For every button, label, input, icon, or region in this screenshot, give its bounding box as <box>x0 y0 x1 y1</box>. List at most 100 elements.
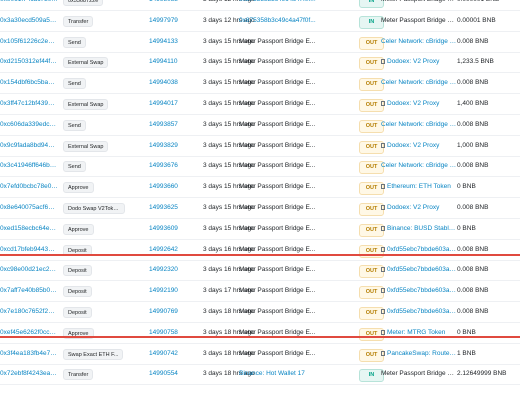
to-address[interactable]: Celer Network: cBridge 2... <box>381 156 457 176</box>
block-link[interactable]: 14997979 <box>149 11 193 31</box>
method-badge: External Swap <box>63 99 109 110</box>
to-address: Meter Passport Bridge E... <box>381 11 457 31</box>
table-row: 0x3a30ecd509a50a6b...Transfer149979793 d… <box>0 11 520 32</box>
txn-hash-link[interactable]: 0x7aff7e40b85b0a6... <box>0 281 58 301</box>
from-address: Meter Passport Bridge E... <box>239 204 316 211</box>
block-link[interactable]: 14990742 <box>149 344 193 364</box>
block-link[interactable]: 14994110 <box>149 52 193 72</box>
table-row: 0xc606da339edc605...Send149938573 days 1… <box>0 115 520 136</box>
txn-hash-link[interactable]: 0x9c9fada8bd943a71... <box>0 136 58 156</box>
to-address-label: Ethereum: ETH Token <box>387 183 451 191</box>
to-address-label: 0xfd55ebc7bbde603a04... <box>387 287 457 295</box>
from-address: Meter Passport Bridge E... <box>239 141 316 149</box>
method-badge: 0x5368722e <box>63 0 104 6</box>
block-link[interactable]: 14992190 <box>149 281 193 301</box>
txn-hash-link[interactable]: 0xc98e00d21ec2025... <box>0 260 58 280</box>
contract-document-icon <box>381 59 385 65</box>
from-address[interactable]: Binance: Hot Wallet 17 <box>239 364 341 384</box>
table-row: 0x9c9fada8bd943a71... External Swap 149938… <box>0 136 520 157</box>
to-address[interactable]: Meter: MTRG Token <box>381 323 457 343</box>
to-address-label: Meter Passport Bridge E... <box>381 0 457 3</box>
method-badge: External Swap <box>63 140 109 152</box>
txn-hash-link[interactable]: 0xed158ecbc64e5be... <box>0 219 58 239</box>
from-address: Meter Passport Bridge E... <box>239 79 316 87</box>
method-badge: Approve <box>63 182 94 194</box>
value-text: 1 BNB <box>457 349 476 357</box>
txn-hash-link[interactable]: 0x3a30ecd509a50a6b... <box>0 11 58 31</box>
txn-hash-link[interactable]: 0x3f4ea183fb4e7e85... <box>0 344 58 364</box>
to-address[interactable]: Celer Network: cBridge 2... <box>381 115 457 135</box>
block-link[interactable]: 14993676 <box>149 156 193 176</box>
txn-hash-link[interactable]: 0xc606da339edc605... <box>0 115 58 135</box>
table-row: 0x72ebf8f4243ea549...Transfer149905543 d… <box>0 364 520 386</box>
block-link[interactable]: 14993609 <box>149 219 193 239</box>
to-address-label: Celer Network: cBridge 2... <box>381 162 457 170</box>
block-link[interactable]: 14994133 <box>149 32 193 52</box>
to-address-label: Celer Network: cBridge 2... <box>381 120 457 128</box>
highlight-bottom-border <box>0 336 520 338</box>
from-address: Meter Passport Bridge E... <box>239 58 316 66</box>
to-address-label: Meter Passport Bridge E... <box>381 16 457 24</box>
block-link[interactable]: 14993857 <box>149 115 193 135</box>
block-link[interactable]: 14998088 <box>149 0 193 10</box>
to-address[interactable]: Dodoex: V2 Proxy <box>381 94 457 114</box>
from-address[interactable]: 0x875358b3c49c4a47f0f... <box>239 11 341 31</box>
to-address[interactable]: Dodoex: V2 Proxy <box>381 198 457 218</box>
contract-document-icon <box>381 288 385 294</box>
method-badge: Approve <box>63 223 94 235</box>
value-text: 0.008 BNB <box>457 266 489 274</box>
txn-hash-link[interactable]: 0xef45e6262f0cc9b0... <box>0 323 58 343</box>
to-address-label: Dodoex: V2 Proxy <box>387 58 440 66</box>
txn-hash-link[interactable]: 0x7e180c7652f2db2... <box>0 302 58 322</box>
txn-hash-link[interactable]: 0x72ebf8f4243ea549... <box>0 364 58 384</box>
method-badge: Transfer <box>63 15 94 27</box>
block-link[interactable]: 14993829 <box>149 136 193 156</box>
to-address-label: Dodoex: V2 Proxy <box>387 141 440 149</box>
block-link[interactable]: 14992320 <box>149 260 193 280</box>
to-address[interactable]: Ethereum: ETH Token <box>381 177 457 197</box>
to-address[interactable]: Celer Network: cBridge 2... <box>381 32 457 52</box>
block-link[interactable]: 14990554 <box>149 364 193 384</box>
to-address[interactable]: 0xfd55ebc7bbde603a04... <box>381 281 457 301</box>
block-link[interactable]: 14992642 <box>149 240 193 260</box>
to-address[interactable]: 0xfd55ebc7bbde603a04... <box>381 240 457 260</box>
from-address: Meter Passport Bridge E... <box>239 266 316 274</box>
from-address: Meter Passport Bridge E... <box>239 349 316 357</box>
method-badge: Send <box>63 36 86 48</box>
value-text: 0 BNB <box>457 328 476 336</box>
to-address[interactable]: Dodoex: V2 Proxy <box>381 136 457 156</box>
to-address[interactable]: PancakeSwap: Router v2 <box>381 344 457 364</box>
txn-hash-link[interactable]: 0xd2150312ef44f6c... <box>0 52 58 72</box>
block-link[interactable]: 14994017 <box>149 94 193 114</box>
block-link[interactable]: 14994038 <box>149 73 193 93</box>
to-address[interactable]: Dodoex: V2 Proxy <box>381 52 457 72</box>
from-address: Meter Passport Bridge E... <box>239 120 316 128</box>
block-link[interactable]: 14993625 <box>149 198 193 218</box>
contract-document-icon <box>381 267 385 273</box>
from-address[interactable]: 0x875358b3c49c4a47f0f... <box>239 0 341 10</box>
table-row: 0xef45e6262f0cc9b0...Approve149907583 da… <box>0 323 520 344</box>
to-address: Meter Passport Bridge E... <box>381 364 457 384</box>
txn-hash-link[interactable]: 0xe061f74cdc73003... <box>0 0 58 10</box>
table-row: 0xd2150312ef44f6c... External Swap 1499411… <box>0 52 520 74</box>
txn-hash-link[interactable]: 0xcd17bfeb9443906... <box>0 240 58 260</box>
txn-hash-link[interactable]: 0x3ff47c12bf439a0d... <box>0 94 58 114</box>
table-row: 0xc98e00d21ec2025...Deposit149923203 day… <box>0 260 520 282</box>
table-row: 0xcd17bfeb9443906... Deposit 14992642 3 day… <box>0 240 520 261</box>
txn-hash-link[interactable]: 0x8e640075acf674b... <box>0 198 58 218</box>
txn-hash-link[interactable]: 0x154dbf6bc5ba668... <box>0 73 58 93</box>
txn-hash-link[interactable]: 0x105f61226c2ee89... <box>0 32 58 52</box>
block-link[interactable]: 14990758 <box>149 323 193 343</box>
to-address[interactable]: Celer Network: cBridge 2... <box>381 73 457 93</box>
to-address[interactable]: 0xfd55ebc7bbde603a04... <box>381 302 457 322</box>
block-link[interactable]: 14990769 <box>149 302 193 322</box>
to-address[interactable]: 0xfd55ebc7bbde603a04... <box>381 260 457 280</box>
to-address: Meter Passport Bridge E... <box>381 0 457 10</box>
txn-hash-link[interactable]: 0x7efd0bcbc78e0c9... <box>0 177 58 197</box>
to-address[interactable]: Binance: BUSD Stablecoin <box>381 219 457 239</box>
txn-hash-link[interactable]: 0x3c41946ff646b458... <box>0 156 58 176</box>
value-text: 1,000 BNB <box>457 141 489 149</box>
method-badge: Dodo Swap V2Toke... <box>63 203 125 214</box>
value-text: 0.008 BNB <box>457 79 489 87</box>
block-link[interactable]: 14993660 <box>149 177 193 197</box>
